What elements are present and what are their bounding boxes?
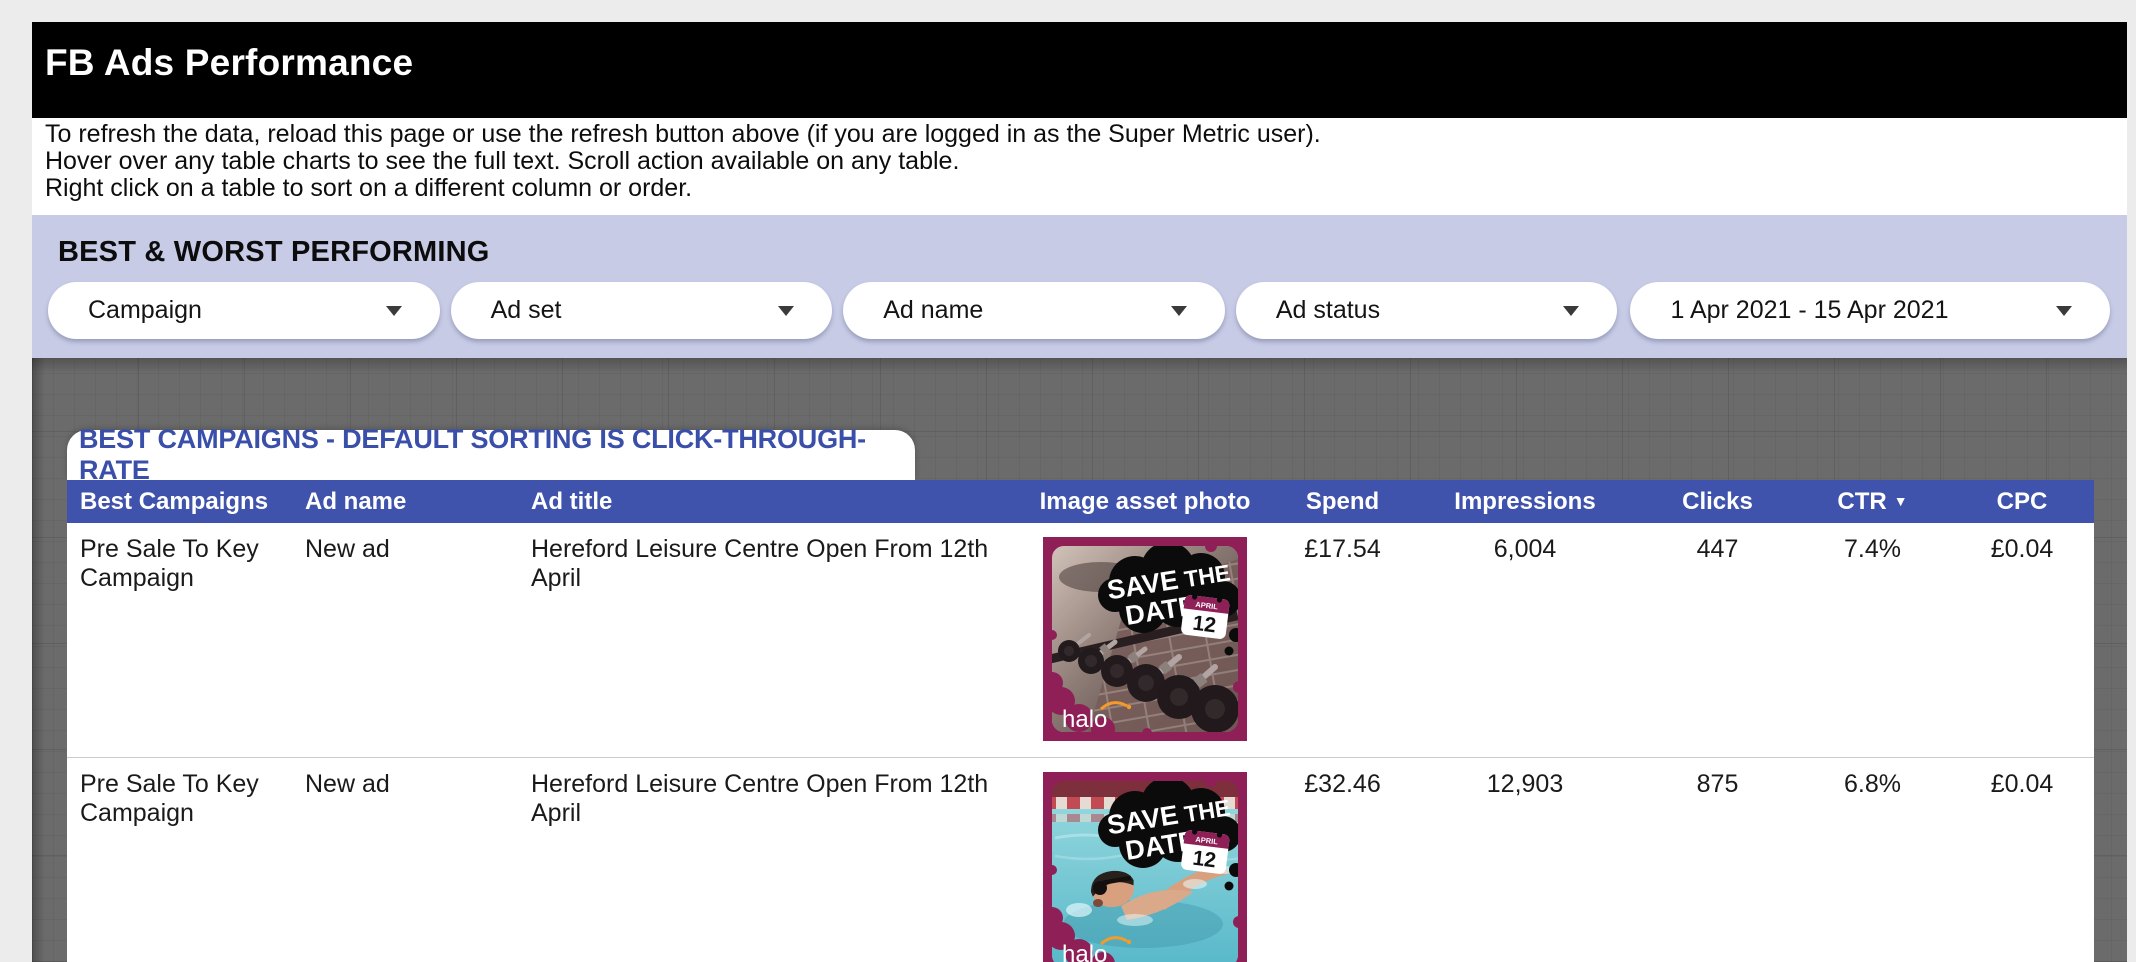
instructions-panel: To refresh the data, reload this page or… bbox=[32, 118, 2127, 215]
filter-pills: Campaign Ad set Ad name Ad status 1 Apr … bbox=[48, 282, 2110, 339]
table-row[interactable]: Pre Sale To Key Campaign New ad Hereford… bbox=[67, 757, 2094, 962]
chevron-down-icon bbox=[1563, 306, 1579, 316]
cell-spend: £17.54 bbox=[1275, 523, 1410, 564]
cell-spend: £32.46 bbox=[1275, 758, 1410, 799]
cell-ad-title: Hereford Leisure Centre Open From 12th A… bbox=[518, 758, 1015, 828]
best-campaigns-title: BEST CAMPAIGNS - DEFAULT SORTING IS CLIC… bbox=[79, 424, 915, 486]
col-header-impressions[interactable]: Impressions bbox=[1410, 488, 1640, 516]
date-range-label: 1 Apr 2021 - 15 Apr 2021 bbox=[1670, 296, 1948, 325]
halo-logo-text: halo bbox=[1062, 941, 1107, 962]
table-header-row: Best Campaigns Ad name Ad title Image as… bbox=[67, 480, 2094, 523]
chevron-down-icon bbox=[1171, 306, 1187, 316]
filter-ad-status-label: Ad status bbox=[1276, 296, 1380, 325]
col-header-spend[interactable]: Spend bbox=[1275, 488, 1410, 516]
filter-campaign-label: Campaign bbox=[88, 296, 202, 325]
instruction-line: To refresh the data, reload this page or… bbox=[45, 121, 2127, 148]
cell-cpc: £0.04 bbox=[1950, 758, 2094, 799]
cell-ad-name: New ad bbox=[292, 523, 518, 564]
halo-logo-text: halo bbox=[1062, 706, 1107, 733]
calendar-day-text: 12 bbox=[1191, 847, 1217, 873]
best-campaigns-tab: BEST CAMPAIGNS - DEFAULT SORTING IS CLIC… bbox=[67, 430, 915, 480]
filter-bar: BEST & WORST PERFORMING Campaign Ad set … bbox=[32, 215, 2127, 358]
cell-clicks: 875 bbox=[1640, 758, 1795, 799]
filter-ad-set-label: Ad set bbox=[491, 296, 562, 325]
cell-campaign: Pre Sale To Key Campaign bbox=[67, 523, 292, 593]
col-header-ctr-label: CTR bbox=[1837, 488, 1886, 515]
cell-ctr: 7.4% bbox=[1795, 523, 1950, 564]
page-title: FB Ads Performance bbox=[45, 42, 2127, 84]
instruction-line: Right click on a table to sort on a diff… bbox=[45, 175, 2127, 202]
col-header-ad-name[interactable]: Ad name bbox=[292, 488, 518, 516]
col-header-ctr[interactable]: CTR ▼ bbox=[1795, 488, 1950, 516]
cell-campaign: Pre Sale To Key Campaign bbox=[67, 758, 292, 828]
cell-ad-name: New ad bbox=[292, 758, 518, 799]
filter-campaign-dropdown[interactable]: Campaign bbox=[48, 282, 440, 339]
cell-image: SAVE THE DATE APRIL 12 bbox=[1015, 758, 1275, 962]
cell-cpc: £0.04 bbox=[1950, 523, 2094, 564]
cell-image: SAVE THE DATE APRIL 12 bbox=[1015, 523, 1275, 741]
cell-ctr: 6.8% bbox=[1795, 758, 1950, 799]
filter-ad-name-label: Ad name bbox=[883, 296, 983, 325]
dashboard-canvas: BEST CAMPAIGNS - DEFAULT SORTING IS CLIC… bbox=[32, 358, 2127, 962]
table-row[interactable]: Pre Sale To Key Campaign New ad Hereford… bbox=[67, 523, 2094, 757]
cell-ad-title: Hereford Leisure Centre Open From 12th A… bbox=[518, 523, 1015, 593]
filter-ad-status-dropdown[interactable]: Ad status bbox=[1236, 282, 1618, 339]
title-bar: FB Ads Performance bbox=[32, 22, 2127, 118]
col-header-image-asset-photo[interactable]: Image asset photo bbox=[1015, 488, 1275, 516]
col-header-best-campaigns[interactable]: Best Campaigns bbox=[67, 488, 292, 516]
cell-impressions: 12,903 bbox=[1410, 758, 1640, 799]
cell-clicks: 447 bbox=[1640, 523, 1795, 564]
filter-ad-name-dropdown[interactable]: Ad name bbox=[843, 282, 1225, 339]
ad-image-swimmer: SAVE THE DATE APRIL 12 bbox=[1043, 772, 1247, 962]
col-header-clicks[interactable]: Clicks bbox=[1640, 488, 1795, 516]
chevron-down-icon bbox=[386, 306, 402, 316]
col-header-ad-title[interactable]: Ad title bbox=[518, 488, 1015, 516]
chevron-down-icon bbox=[778, 306, 794, 316]
filter-section-heading: BEST & WORST PERFORMING bbox=[48, 236, 2110, 269]
chevron-down-icon bbox=[2056, 306, 2072, 316]
cell-impressions: 6,004 bbox=[1410, 523, 1640, 564]
sort-descending-icon: ▼ bbox=[1894, 493, 1908, 509]
ad-image-gym-dumbbells: SAVE THE DATE APRIL 12 bbox=[1043, 537, 1247, 741]
filter-ad-set-dropdown[interactable]: Ad set bbox=[451, 282, 833, 339]
dashboard-window: FB Ads Performance To refresh the data, … bbox=[32, 22, 2127, 962]
col-header-cpc[interactable]: CPC bbox=[1950, 488, 2094, 516]
instruction-line: Hover over any table charts to see the f… bbox=[45, 148, 2127, 175]
calendar-day-text: 12 bbox=[1191, 612, 1217, 638]
date-range-dropdown[interactable]: 1 Apr 2021 - 15 Apr 2021 bbox=[1630, 282, 2110, 339]
best-campaigns-card: BEST CAMPAIGNS - DEFAULT SORTING IS CLIC… bbox=[67, 430, 2094, 962]
